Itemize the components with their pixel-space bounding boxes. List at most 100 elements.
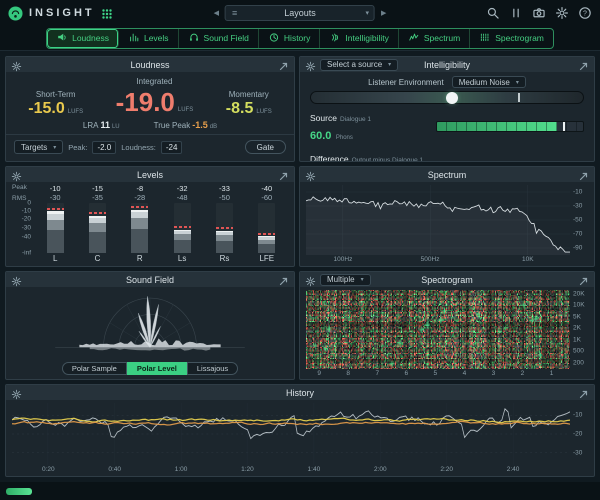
rms-value-C: -35 xyxy=(92,193,103,202)
gear-icon[interactable] xyxy=(11,274,22,287)
listener-level-slider[interactable] xyxy=(310,91,584,104)
meter-segment xyxy=(173,229,191,232)
scale-label: -40 xyxy=(21,233,31,241)
tab-spectrum[interactable]: Spectrum xyxy=(399,28,471,48)
expand-icon[interactable] xyxy=(578,169,589,181)
y-axis-label: 1K xyxy=(573,336,581,344)
panel-title: Intelligibility xyxy=(423,59,471,70)
settings-icon[interactable] xyxy=(555,6,569,20)
view-tabs: Loudness Levels Sound Field History Intellig… xyxy=(46,27,554,49)
meter-segment xyxy=(215,231,233,235)
meter-segment xyxy=(131,212,149,219)
expand-icon[interactable] xyxy=(578,387,589,399)
y-axis-label: 500 xyxy=(573,347,584,355)
insight-window: INSIGHT ◀ ≡ Layouts ▾ ▶ ? Loudness Levels… xyxy=(0,0,600,500)
gate-button[interactable]: Gate xyxy=(244,140,286,154)
camera-icon[interactable] xyxy=(532,6,546,20)
x-axis-label: 5 xyxy=(433,370,438,377)
tab-label: Spectrum xyxy=(423,33,461,43)
meter-segment xyxy=(88,215,106,218)
rms-value-L: -30 xyxy=(49,193,61,202)
izotope-logo-icon xyxy=(8,5,23,21)
mode-polar-level[interactable]: Polar Level xyxy=(126,362,187,375)
tab-sound-field[interactable]: Sound Field xyxy=(179,28,259,48)
help-icon[interactable]: ? xyxy=(578,6,592,20)
tab-intelligibility[interactable]: Intelligibility xyxy=(320,28,399,48)
pause-icon[interactable] xyxy=(509,6,523,20)
targets-select[interactable]: Targets ▾ xyxy=(14,140,64,154)
expand-icon[interactable] xyxy=(278,274,289,286)
gear-icon[interactable] xyxy=(11,387,22,400)
x-axis-label: 2:20 xyxy=(440,466,453,473)
x-axis-label: 500Hz xyxy=(420,256,440,263)
output-level-meter xyxy=(6,487,32,495)
x-axis-label: 0:40 xyxy=(108,466,121,473)
mode-lissajous[interactable]: Lissajous xyxy=(186,362,239,375)
peak-hold-indicator xyxy=(215,227,233,229)
layouts-prev-icon[interactable]: ◀ xyxy=(214,9,219,17)
spectrum-tab-icon xyxy=(408,32,420,45)
loudness-target-value[interactable]: -24 xyxy=(160,140,183,154)
expand-icon[interactable] xyxy=(278,169,289,181)
spectrogram-tab-icon xyxy=(479,32,491,45)
expand-icon[interactable] xyxy=(578,59,589,71)
gear-icon[interactable] xyxy=(305,169,316,182)
panel-title: Spectrogram xyxy=(421,274,473,285)
listener-environment-select[interactable]: Medium Noise ▾ xyxy=(451,76,526,88)
meter-segment xyxy=(215,240,233,253)
tab-loudness[interactable]: Loudness xyxy=(47,28,119,48)
x-axis-label: 3 xyxy=(491,370,496,377)
x-axis-label: 7 xyxy=(375,370,380,377)
level-meter-R xyxy=(119,203,161,253)
tab-label: Sound Field xyxy=(203,33,249,43)
gear-icon[interactable] xyxy=(11,169,22,182)
x-axis-label: 1:20 xyxy=(241,466,254,473)
source-select[interactable]: Select a source ▾ xyxy=(320,58,399,71)
peak-values-row: -10 -15 -8 -32 -33 -40 xyxy=(34,184,288,193)
app-title: INSIGHT xyxy=(29,7,95,19)
intelligibility-tab-icon xyxy=(329,32,341,45)
gear-icon[interactable] xyxy=(11,59,22,72)
layouts-next-icon[interactable]: ▶ xyxy=(381,9,386,17)
peak-target-value[interactable]: -2.0 xyxy=(92,140,117,154)
spectrum-panel: Spectrum -10 -30 -50 -70 -90 100Hz 500Hz 10K xyxy=(299,166,595,267)
peak-value-R: -8 xyxy=(136,184,144,193)
spectrogram-source-select[interactable]: Multiple ▾ xyxy=(320,273,371,286)
meter-segment xyxy=(88,223,106,233)
meter-bar xyxy=(258,203,276,253)
listener-environment-label: Listener Environment xyxy=(368,77,444,87)
slider-marker xyxy=(517,93,520,102)
peak-value-C: -15 xyxy=(92,184,103,193)
expand-icon[interactable] xyxy=(578,274,589,286)
gear-icon[interactable] xyxy=(305,59,316,72)
meter-segment xyxy=(215,235,233,241)
mode-polar-sample[interactable]: Polar Sample xyxy=(61,362,127,375)
preset-grid-icon[interactable] xyxy=(101,7,113,19)
gear-icon[interactable] xyxy=(305,274,316,287)
layouts-label: Layouts xyxy=(284,8,316,18)
rms-value-R: -28 xyxy=(134,193,146,202)
level-meters xyxy=(34,203,288,253)
search-icon[interactable] xyxy=(486,6,500,20)
channel-label-Ls: Ls xyxy=(177,254,187,263)
rms-values-row: -30 -35 -28 -48 -50 -60 xyxy=(34,193,288,202)
expand-icon[interactable] xyxy=(278,59,289,71)
x-axis-label: 1:00 xyxy=(174,466,188,473)
tab-history[interactable]: History xyxy=(259,28,321,48)
slider-thumb[interactable] xyxy=(446,91,459,104)
history-tab-icon xyxy=(268,32,280,45)
spectrogram-display xyxy=(306,290,570,369)
x-axis-label: 4 xyxy=(462,370,467,377)
x-axis-label: 10K xyxy=(521,256,534,263)
tab-spectrogram[interactable]: Spectrogram xyxy=(470,29,553,48)
rms-value-Ls: -48 xyxy=(176,193,188,202)
peak-value-LFE: -40 xyxy=(261,184,273,193)
level-meter-C xyxy=(76,203,118,253)
peak-value-Ls: -32 xyxy=(176,184,188,193)
x-axis-label: 1 xyxy=(549,370,554,377)
layouts-selector[interactable]: ≡ Layouts ▾ xyxy=(225,5,375,21)
y-axis-label: -70 xyxy=(573,230,583,238)
tab-levels[interactable]: Levels xyxy=(119,28,179,48)
levels-axis: Peak RMS 0 -10 -20 -30 -40 -inf xyxy=(8,184,34,264)
panel-title: History xyxy=(285,387,315,398)
